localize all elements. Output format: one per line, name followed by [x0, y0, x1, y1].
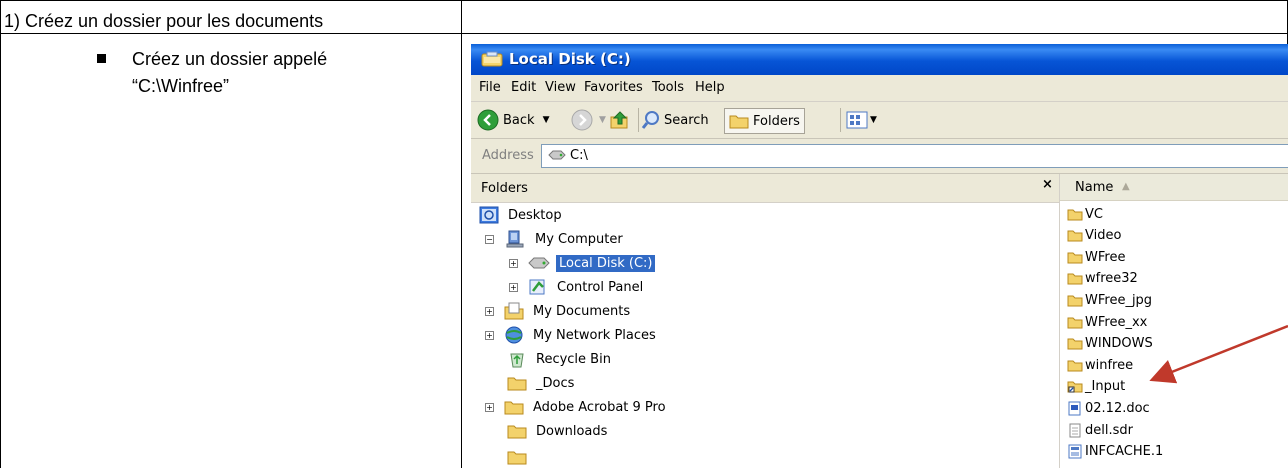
- explorer-screenshot: Local Disk (C:) File Edit View Favorites…: [471, 44, 1288, 468]
- arrow-line: [1149, 324, 1288, 384]
- instruction-line-2: “C:\Winfree”: [132, 76, 230, 96]
- annotation-arrow: [1149, 324, 1288, 384]
- instruction-text: Créez un dossier appelé “C:\Winfree”: [132, 46, 452, 100]
- instruction-line-1: Créez un dossier appelé: [132, 49, 328, 69]
- bullet-square: [97, 54, 106, 63]
- table-top-border: [0, 0, 1288, 1]
- table-row-divider: [0, 33, 1288, 34]
- step-title: 1) Créez un dossier pour les documents: [4, 11, 324, 31]
- table-column-divider: [461, 0, 462, 468]
- table-left-border: [0, 0, 1, 468]
